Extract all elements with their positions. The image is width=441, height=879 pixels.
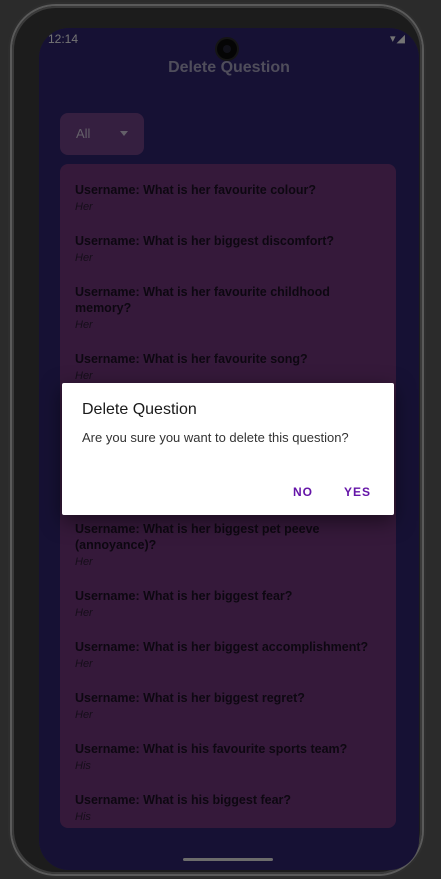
dialog-title: Delete Question: [82, 401, 197, 418]
screen: 12:14 ▾◢ Delete Question All Username: W…: [39, 28, 419, 870]
delete-confirm-dialog: Delete Question Are you sure you want to…: [62, 383, 394, 515]
no-button[interactable]: NO: [293, 485, 313, 499]
dialog-message: Are you sure you want to delete this que…: [82, 430, 349, 445]
device-frame: 12:14 ▾◢ Delete Question All Username: W…: [12, 6, 422, 874]
yes-button[interactable]: YES: [344, 485, 371, 499]
